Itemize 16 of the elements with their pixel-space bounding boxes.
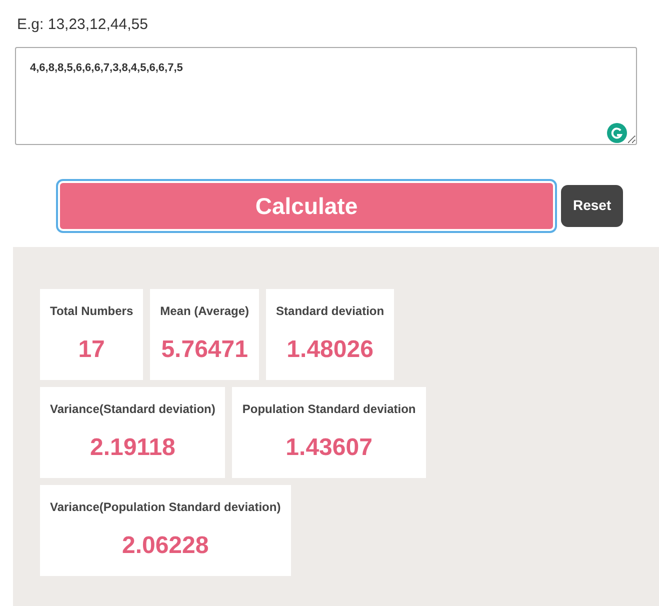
result-label: Standard deviation	[276, 302, 384, 320]
result-value: 17	[77, 334, 106, 364]
number-input-field[interactable]: 4,6,8,8,5,6,6,6,7,3,8,4,5,6,6,7,5	[15, 46, 637, 144]
grammar-assistant-icon[interactable]	[607, 122, 627, 142]
result-label: Variance(Standard deviation)	[50, 400, 216, 418]
result-label: Population Standard deviation	[242, 400, 416, 418]
hint-text: E.g: 13,23,12,44,55	[17, 15, 149, 35]
result-value: 2.06228	[120, 530, 210, 560]
result-label: Variance(Population Standard deviation)	[50, 498, 281, 516]
result-label: Mean (Average)	[160, 302, 250, 320]
result-value: 1.43607	[284, 432, 374, 462]
reset-button[interactable]: Reset	[561, 184, 623, 226]
result-value: 2.19118	[88, 432, 176, 462]
result-label: Total Numbers	[50, 302, 134, 320]
result-value: 1.48026	[286, 334, 374, 364]
result-value: 5.76471	[160, 334, 249, 364]
